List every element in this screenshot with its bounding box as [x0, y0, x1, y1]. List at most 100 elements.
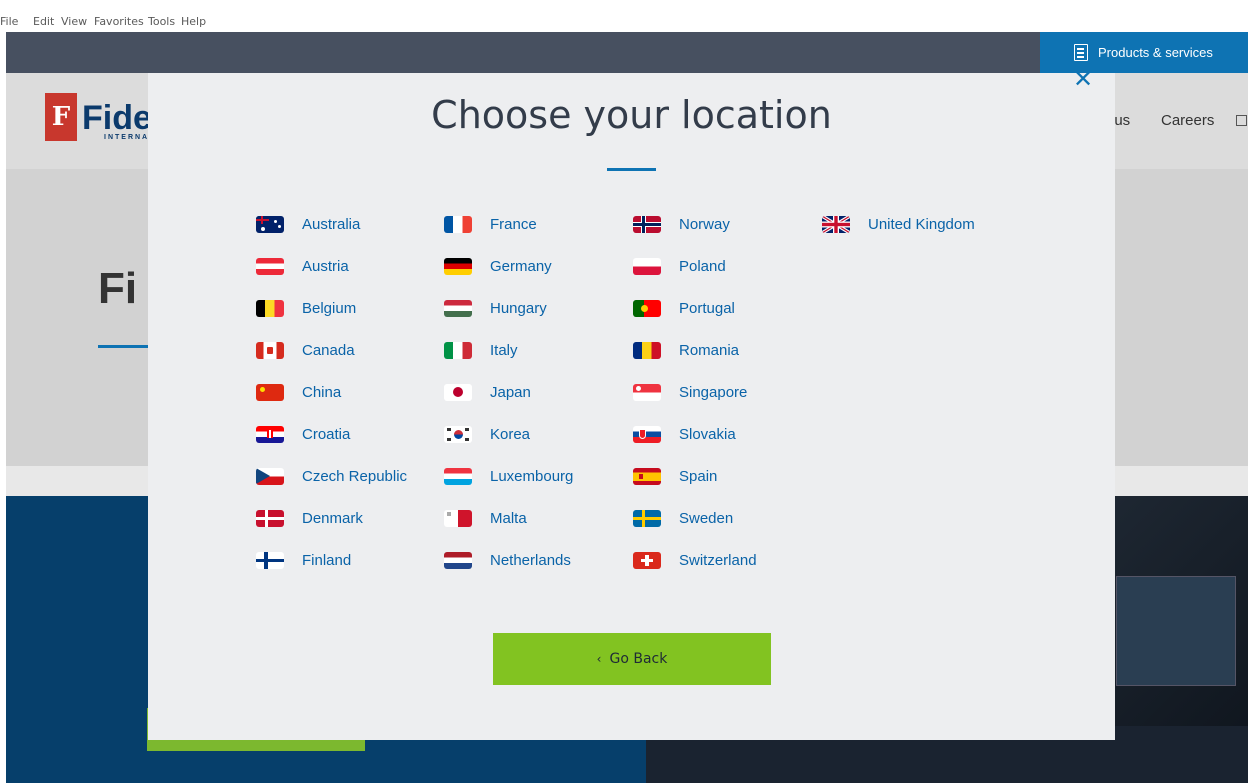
logo-mark[interactable]: F — [45, 93, 77, 141]
logo-text[interactable]: Fide — [82, 99, 152, 138]
country-label: France — [490, 215, 537, 233]
country-label: China — [302, 383, 342, 401]
go-back-button[interactable]: ‹ Go Back — [493, 633, 771, 685]
country-label: Finland — [302, 551, 352, 569]
country-label: Slovakia — [679, 425, 736, 443]
country-hungary[interactable]: Hungary — [444, 296, 547, 320]
flag-portugal-icon — [633, 299, 661, 317]
country-united-kingdom[interactable]: United Kingdom — [822, 212, 975, 236]
country-spain[interactable]: Spain — [633, 464, 717, 488]
country-denmark[interactable]: Denmark — [256, 506, 363, 530]
country-china[interactable]: China — [256, 380, 341, 404]
chevron-left-icon: ‹ — [596, 652, 602, 666]
title-underline — [607, 168, 656, 171]
country-czech-republic[interactable]: Czech Republic — [256, 464, 407, 488]
flag-croatia-icon — [256, 425, 284, 443]
location-modal: Choose your location Australia Austria B… — [148, 73, 1115, 740]
menu-view[interactable]: View — [61, 15, 87, 28]
country-malta[interactable]: Malta — [444, 506, 527, 530]
country-italy[interactable]: Italy — [444, 338, 518, 362]
menu-file[interactable]: File — [0, 15, 18, 28]
country-croatia[interactable]: Croatia — [256, 422, 350, 446]
browser-menubar: File Edit View Favorites Tools Help — [0, 0, 1248, 32]
country-france[interactable]: France — [444, 212, 537, 236]
country-label: Canada — [302, 341, 355, 359]
country-label: United Kingdom — [868, 215, 975, 233]
menu-favorites[interactable]: Favorites — [94, 15, 144, 28]
country-label: Czech Republic — [302, 467, 408, 485]
country-switzerland[interactable]: Switzerland — [633, 548, 757, 572]
logo-subtext: INTERNA — [104, 134, 150, 141]
country-romania[interactable]: Romania — [633, 338, 739, 362]
hero-title: Fi — [98, 264, 138, 313]
country-portugal[interactable]: Portugal — [633, 296, 735, 320]
country-label: Croatia — [302, 425, 351, 443]
country-label: Spain — [679, 467, 718, 485]
country-label: Sweden — [679, 509, 734, 527]
country-germany[interactable]: Germany — [444, 254, 552, 278]
menu-edit[interactable]: Edit — [33, 15, 54, 28]
flag-slovakia-icon — [633, 425, 661, 443]
country-label: Singapore — [679, 383, 748, 401]
flag-switzerland-icon — [633, 551, 661, 569]
flag-romania-icon — [633, 341, 661, 359]
country-singapore[interactable]: Singapore — [633, 380, 747, 404]
products-services-button[interactable]: Products & services — [1040, 32, 1248, 73]
country-australia[interactable]: Australia — [256, 212, 360, 236]
flag-australia-icon — [256, 215, 284, 233]
country-slovakia[interactable]: Slovakia — [633, 422, 736, 446]
flag-korea-icon — [444, 425, 472, 443]
country-japan[interactable]: Japan — [444, 380, 531, 404]
country-label: Norway — [679, 215, 730, 233]
country-label: Belgium — [302, 299, 357, 317]
flag-denmark-icon — [256, 509, 284, 527]
country-poland[interactable]: Poland — [633, 254, 726, 278]
country-sweden[interactable]: Sweden — [633, 506, 733, 530]
flag-italy-icon — [444, 341, 472, 359]
flag-sweden-icon — [633, 509, 661, 527]
country-label: Japan — [490, 383, 531, 401]
country-label: Portugal — [679, 299, 735, 317]
flag-singapore-icon — [633, 383, 661, 401]
menu-help[interactable]: Help — [181, 15, 206, 28]
flag-belgium-icon — [256, 299, 284, 317]
country-belgium[interactable]: Belgium — [256, 296, 356, 320]
country-finland[interactable]: Finland — [256, 548, 351, 572]
flag-finland-icon — [256, 551, 284, 569]
flag-canada-icon — [256, 341, 284, 359]
country-label: Germany — [490, 257, 552, 275]
modal-title: Choose your location — [431, 93, 832, 137]
nav-careers[interactable]: Careers — [1161, 112, 1214, 129]
country-netherlands[interactable]: Netherlands — [444, 548, 571, 572]
flag-uk-icon — [822, 215, 850, 233]
country-luxembourg[interactable]: Luxembourg — [444, 464, 573, 488]
country-austria[interactable]: Austria — [256, 254, 349, 278]
flag-france-icon — [444, 215, 472, 233]
country-label: Korea — [490, 425, 531, 443]
country-label: Denmark — [302, 509, 363, 527]
external-link-icon — [1236, 115, 1247, 126]
flag-germany-icon — [444, 257, 472, 275]
go-back-label: Go Back — [609, 651, 668, 667]
studio-screen — [1116, 576, 1236, 686]
menu-tools[interactable]: Tools — [148, 15, 175, 28]
flag-czech-icon — [256, 467, 284, 485]
country-label: Luxembourg — [490, 467, 574, 485]
products-services-label: Products & services — [1098, 45, 1213, 60]
country-norway[interactable]: Norway — [633, 212, 730, 236]
flag-netherlands-icon — [444, 551, 472, 569]
close-icon[interactable]: ✕ — [1073, 67, 1093, 91]
country-label: Italy — [490, 341, 518, 359]
country-label: Australia — [302, 215, 361, 233]
flag-luxembourg-icon — [444, 467, 472, 485]
flag-poland-icon — [633, 257, 661, 275]
document-icon — [1074, 44, 1088, 61]
country-label: Hungary — [490, 299, 547, 317]
country-canada[interactable]: Canada — [256, 338, 355, 362]
flag-hungary-icon — [444, 299, 472, 317]
flag-spain-icon — [633, 467, 661, 485]
country-korea[interactable]: Korea — [444, 422, 530, 446]
country-label: Poland — [679, 257, 726, 275]
flag-china-icon — [256, 383, 284, 401]
country-label: Netherlands — [490, 551, 571, 569]
